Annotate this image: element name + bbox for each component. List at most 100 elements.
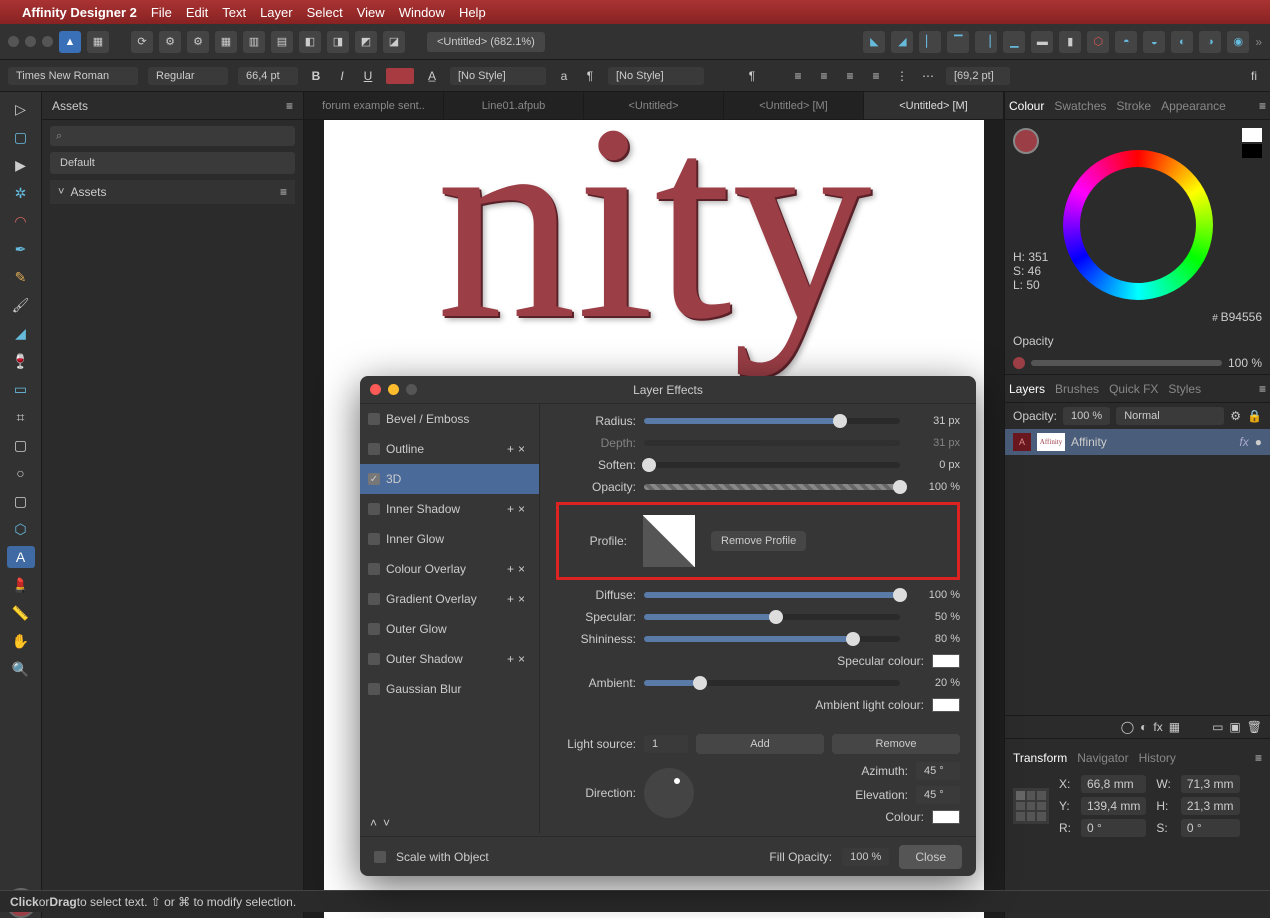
pen-tool-icon[interactable]: ✒	[7, 238, 35, 260]
bool4-icon[interactable]: ◑	[1199, 31, 1221, 53]
y-input[interactable]: 139,4 mm	[1081, 797, 1146, 815]
text-tool-icon[interactable]: A	[7, 546, 35, 568]
elevation-input[interactable]: 45 °	[916, 786, 960, 804]
tab-brushes[interactable]: Brushes	[1055, 382, 1099, 396]
tab-1[interactable]: Line01.afpub	[444, 92, 584, 119]
remove-icon[interactable]: ×	[518, 502, 525, 516]
tab-history[interactable]: History	[1139, 751, 1176, 765]
fx-checkbox[interactable]	[368, 623, 380, 635]
text-color-swatch[interactable]	[386, 68, 414, 84]
fx-item-gradient-overlay[interactable]: Gradient Overlay+×	[360, 584, 539, 614]
fill-tool-icon[interactable]: ◢	[7, 322, 35, 344]
swatch-black[interactable]	[1242, 144, 1262, 158]
fx-item-colour-overlay[interactable]: Colour Overlay+×	[360, 554, 539, 584]
align-c-icon[interactable]: ≡	[816, 69, 832, 83]
soften-slider[interactable]	[644, 462, 900, 468]
swatch-white[interactable]	[1242, 128, 1262, 142]
lock-icon[interactable]: ⚙	[1230, 409, 1241, 423]
specular-slider[interactable]	[644, 614, 900, 620]
fx-checkbox[interactable]	[368, 563, 380, 575]
add-icon[interactable]: +	[507, 652, 514, 666]
align-l-icon[interactable]: ≡	[790, 69, 806, 83]
assets-section[interactable]: ˅ Assets≡	[50, 180, 295, 204]
fill-opacity-input[interactable]: 100 %	[842, 848, 889, 866]
tab-quickfx[interactable]: Quick FX	[1109, 382, 1158, 396]
fx-checkbox[interactable]	[368, 443, 380, 455]
h-input[interactable]: 21,3 mm	[1181, 797, 1240, 815]
menu-file[interactable]: File	[151, 5, 172, 20]
close-dot-icon[interactable]	[370, 384, 381, 395]
crop-tool-icon[interactable]: ⌗	[7, 406, 35, 428]
fx-checkbox[interactable]	[368, 683, 380, 695]
fx-checkbox[interactable]	[368, 413, 380, 425]
remove-profile-button[interactable]: Remove Profile	[711, 531, 806, 551]
bool3-icon[interactable]: ◐	[1171, 31, 1193, 53]
menu-select[interactable]: Select	[307, 5, 343, 20]
fx-opacity-slider[interactable]	[644, 484, 900, 490]
layer-row[interactable]: A Affinity Affinity fx ●	[1005, 429, 1270, 455]
pencil-tool-icon[interactable]: ✎	[7, 266, 35, 288]
x-input[interactable]: 66,8 mm	[1081, 775, 1146, 793]
char-style-select[interactable]: [No Style]	[450, 67, 546, 85]
align-j-icon[interactable]: ≡	[868, 69, 884, 83]
s-input[interactable]: 0 °	[1181, 819, 1240, 837]
fx-item-outer-glow[interactable]: Outer Glow	[360, 614, 539, 644]
leading-input[interactable]: [69,2 pt]	[946, 67, 1010, 85]
artboard-tool-icon[interactable]: ▢	[7, 126, 35, 148]
menu-layer[interactable]: Layer	[260, 5, 293, 20]
opacity-slider[interactable]	[1031, 360, 1222, 366]
layer-lock2-icon[interactable]: 🔒	[1247, 409, 1262, 423]
dist-v-icon[interactable]: ▮	[1059, 31, 1081, 53]
tab-3[interactable]: <Untitled> [M]	[724, 92, 864, 119]
fx-checkbox[interactable]	[368, 593, 380, 605]
close-button[interactable]: Close	[899, 845, 962, 869]
tab-0[interactable]: forum example sent..	[304, 92, 444, 119]
fill-circle[interactable]	[1013, 128, 1039, 154]
ambient-colour-swatch[interactable]	[932, 698, 960, 712]
add-icon[interactable]: +	[507, 592, 514, 606]
para-style-select[interactable]: [No Style]	[608, 67, 704, 85]
visibility-icon[interactable]: ●	[1255, 435, 1262, 449]
node-tool-icon[interactable]: ▶	[7, 154, 35, 176]
fx-item-gaussian-blur[interactable]: Gaussian Blur	[360, 674, 539, 704]
snap-icon[interactable]: ⬡	[1087, 31, 1109, 53]
hand-tool-icon[interactable]: ✋	[7, 630, 35, 652]
canvas-text[interactable]: nity	[436, 120, 872, 383]
add-icon[interactable]: +	[507, 562, 514, 576]
profile-widget[interactable]	[643, 515, 695, 567]
mask-icon[interactable]: ◯	[1121, 720, 1134, 734]
para-a-icon[interactable]: a	[556, 69, 572, 83]
fx-item-inner-glow[interactable]: Inner Glow	[360, 524, 539, 554]
tab-colour[interactable]: Colour	[1009, 99, 1044, 113]
bool2-icon[interactable]: ◒	[1143, 31, 1165, 53]
misc1-icon[interactable]: ◧	[299, 31, 321, 53]
align-right-icon[interactable]: ▕	[975, 31, 997, 53]
adjust-icon[interactable]: ◐	[1140, 720, 1147, 734]
layer-opacity-input[interactable]: 100 %	[1063, 407, 1110, 425]
fx-checkbox[interactable]: ✓	[368, 473, 380, 485]
add-icon[interactable]: +	[507, 442, 514, 456]
remove-light-button[interactable]: Remove	[832, 734, 960, 754]
w-input[interactable]: 71,3 mm	[1181, 775, 1240, 793]
transform-menu-icon[interactable]: ≡	[1255, 751, 1262, 765]
radius-slider[interactable]	[644, 418, 900, 424]
fx-checkbox[interactable]	[368, 533, 380, 545]
tab-swatches[interactable]: Swatches	[1054, 99, 1106, 113]
font-style-select[interactable]: Regular	[148, 67, 228, 85]
tab-navigator[interactable]: Navigator	[1077, 751, 1128, 765]
bool5-icon[interactable]: ◉	[1227, 31, 1249, 53]
zoom-tool-icon[interactable]: 🔍	[7, 658, 35, 680]
scale-checkbox[interactable]	[374, 851, 386, 863]
gear2-icon[interactable]: ⚙	[187, 31, 209, 53]
r-input[interactable]: 0 °	[1081, 819, 1146, 837]
blend-mode-select[interactable]: Normal	[1116, 407, 1224, 425]
tab-2[interactable]: <Untitled>	[584, 92, 724, 119]
prev-fx-icon[interactable]: ˄	[370, 816, 377, 830]
fx-item-bevel-emboss[interactable]: Bevel / Emboss	[360, 404, 539, 434]
layers-menu-icon[interactable]: ≡	[1259, 382, 1266, 396]
anchor-widget[interactable]	[1013, 788, 1049, 824]
rounded-tool-icon[interactable]: ▢	[7, 490, 35, 512]
shininess-slider[interactable]	[644, 636, 900, 642]
grid-icon[interactable]: ▦	[215, 31, 237, 53]
app-name[interactable]: Affinity Designer 2	[22, 5, 137, 20]
